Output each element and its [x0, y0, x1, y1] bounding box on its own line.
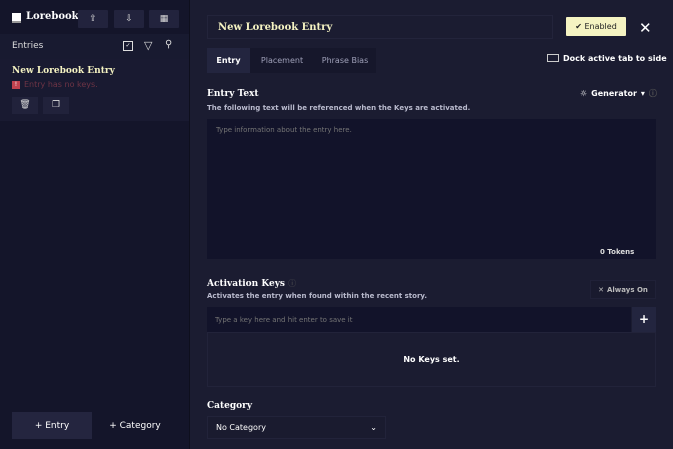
warning-icon: ! — [12, 81, 20, 89]
dock-label: Dock active tab to side — [563, 54, 667, 63]
lightbulb-icon: ☼ — [580, 89, 587, 98]
add-category-button[interactable]: + Category — [98, 412, 172, 439]
activation-keys-heading: Activation Keys ⓘ — [207, 278, 296, 289]
trash-icon: 🗑︎ — [19, 100, 30, 110]
chevron-down-icon: ⌄ — [370, 423, 377, 432]
select-icon[interactable]: ✓ — [123, 41, 133, 51]
caret-down-icon: ▾ — [641, 89, 645, 98]
activation-keys-subtitle: Activates the entry when found within th… — [207, 292, 427, 300]
entry-list-item[interactable]: New Lorebook Entry ! Entry has no keys. … — [0, 59, 189, 121]
duplicate-button[interactable]: ❐ — [43, 97, 69, 114]
entry-title-input[interactable] — [207, 15, 553, 39]
tab-entry[interactable]: Entry — [207, 48, 250, 73]
copy-icon: ❐ — [52, 100, 60, 110]
search-icon[interactable]: ⚲ — [165, 39, 172, 50]
delete-button[interactable]: 🗑︎ — [12, 97, 38, 114]
no-keys-label: No Keys set. — [403, 355, 459, 364]
add-entry-button[interactable]: + Entry — [12, 412, 92, 439]
export-icon: ⇩ — [125, 14, 133, 24]
entry-name: New Lorebook Entry — [12, 66, 115, 76]
add-image-button[interactable]: ▦ — [149, 10, 179, 28]
entry-text-subtitle: The following text will be referenced wh… — [207, 104, 470, 112]
tab-phrase-bias[interactable]: Phrase Bias — [314, 48, 376, 73]
generator-label: Generator — [591, 89, 637, 98]
lorebook-title: Lorebook — [26, 11, 79, 22]
book-icon — [12, 13, 21, 23]
dock-tab-button[interactable]: Dock active tab to side — [547, 54, 667, 63]
generator-dropdown[interactable]: ☼ Generator ▾ ⓘ — [580, 88, 657, 99]
category-heading: Category — [207, 401, 252, 411]
always-on-button[interactable]: ✕Always On — [590, 280, 656, 299]
enabled-toggle[interactable]: ✔ Enabled — [566, 17, 626, 36]
category-select[interactable]: No Category ⌄ — [207, 416, 386, 439]
add-key-button[interactable]: + — [632, 307, 656, 332]
help-icon[interactable]: ⓘ — [288, 279, 296, 288]
always-on-label: Always On — [607, 286, 648, 294]
keys-list: No Keys set. — [207, 332, 656, 387]
enabled-label: Enabled — [584, 22, 616, 31]
image-icon: ▦ — [160, 14, 169, 24]
export-button[interactable]: ⇩ — [114, 10, 144, 28]
dock-icon — [547, 54, 559, 62]
plus-icon: + — [639, 312, 649, 326]
tab-placement[interactable]: Placement — [250, 48, 314, 73]
entry-text-heading: Entry Text — [207, 89, 259, 99]
entry-warning: Entry has no keys. — [24, 80, 98, 89]
filter-icon[interactable]: ▽ — [144, 39, 152, 52]
entries-header: Entries ✓ ▽ ⚲ — [0, 34, 189, 59]
key-input[interactable] — [207, 307, 631, 332]
category-value: No Category — [216, 423, 266, 432]
import-icon: ⇪ — [89, 14, 97, 24]
entries-label: Entries — [12, 41, 43, 51]
import-button[interactable]: ⇪ — [78, 10, 108, 28]
entry-text-area[interactable] — [207, 119, 656, 259]
close-icon[interactable]: ✕ — [639, 19, 652, 37]
sidebar: Lorebook ⇪ ⇩ ▦ Entries ✓ ▽ ⚲ New Loreboo… — [0, 0, 190, 449]
x-icon: ✕ — [598, 286, 604, 294]
help-icon[interactable]: ⓘ — [649, 88, 657, 99]
token-count: 0 Tokens — [600, 248, 634, 256]
check-icon: ✔ — [575, 22, 584, 31]
